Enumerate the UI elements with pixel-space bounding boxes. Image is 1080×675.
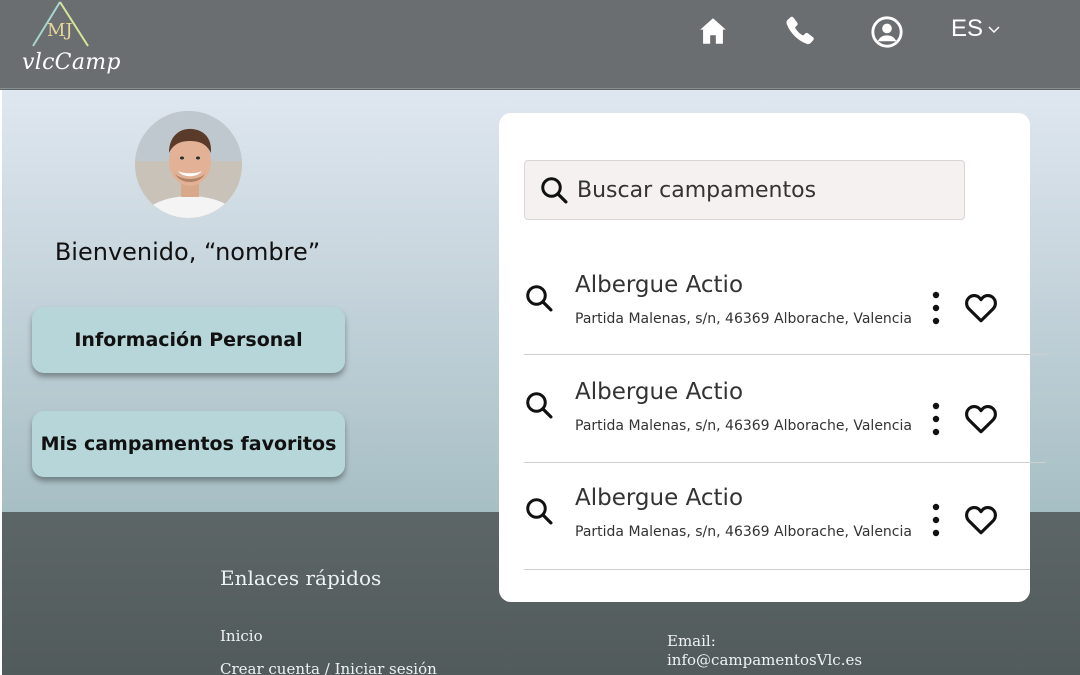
more-vertical-icon[interactable] [928,291,944,325]
search-icon [526,498,553,525]
camp-address: Partida Malenas, s/n, 46369 Alborache, V… [575,311,912,327]
top-header: MJ vlcCamp ES [0,0,1080,89]
more-vertical-icon[interactable] [928,503,944,537]
heart-icon[interactable] [964,504,998,536]
user-circle-icon[interactable] [870,15,904,49]
personal-info-button[interactable]: Información Personal [32,307,345,373]
footer-link-home[interactable]: Inicio [220,627,263,645]
divider [524,462,1046,463]
search-input[interactable] [577,177,937,203]
camp-name[interactable]: Albergue Actio [575,485,743,511]
footer-email: Email: info@campamentosVlc.es [667,632,862,670]
language-label: ES [951,15,984,42]
list-item[interactable]: Albergue Actio Partida Malenas, s/n, 463… [524,483,1030,590]
divider [524,569,1030,570]
heart-icon[interactable] [964,292,998,324]
phone-icon[interactable] [784,14,818,48]
heart-icon[interactable] [964,403,998,435]
camp-address: Partida Malenas, s/n, 46369 Alborache, V… [575,418,912,434]
search-icon [541,177,568,204]
search-icon [526,285,553,312]
chevron-down-icon [988,26,1000,34]
list-item[interactable]: Albergue Actio Partida Malenas, s/n, 463… [524,270,1030,377]
welcome-message: Bienvenido, “nombre” [54,238,321,266]
camp-name[interactable]: Albergue Actio [575,272,743,298]
avatar [135,111,242,218]
language-selector[interactable]: ES [951,15,1001,43]
divider [524,354,1046,355]
favorite-camps-button[interactable]: Mis campamentos favoritos [32,411,345,477]
email-address[interactable]: info@campamentosVlc.es [667,651,862,670]
search-icon [526,392,553,419]
email-label: Email: [667,632,716,650]
more-vertical-icon[interactable] [928,402,944,436]
logo-monogram: MJ [47,20,73,41]
footer-link-account[interactable]: Crear cuenta / Iniciar sesión [220,660,437,675]
list-item[interactable]: Albergue Actio Partida Malenas, s/n, 463… [524,377,1030,484]
camp-address: Partida Malenas, s/n, 46369 Alborache, V… [575,524,912,540]
search-bar[interactable] [524,160,965,220]
home-icon[interactable] [696,14,730,48]
logo-text[interactable]: vlcCamp [22,50,121,75]
quick-links-title: Enlaces rápidos [220,566,382,590]
camp-name[interactable]: Albergue Actio [575,379,743,405]
